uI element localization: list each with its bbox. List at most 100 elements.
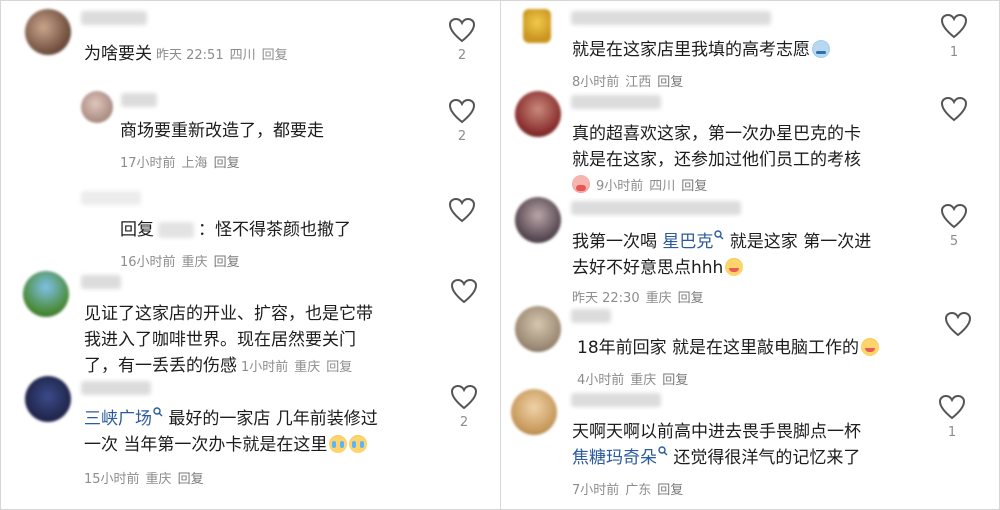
mention-blurred[interactable] xyxy=(158,222,194,238)
comment-line: 还觉得很洋气的记忆来了 xyxy=(668,448,861,468)
timestamp: 4小时前 xyxy=(577,373,625,388)
avatar[interactable] xyxy=(511,389,557,435)
location: 江西 xyxy=(625,75,652,90)
laughing-emoji-icon xyxy=(725,258,744,276)
topic-link[interactable]: 焦糖玛奇朵 xyxy=(572,448,657,468)
username-blurred[interactable] xyxy=(81,381,151,395)
heart-icon[interactable] xyxy=(940,13,968,39)
comment-text: 商场要重新改造了，都要走 xyxy=(120,121,324,141)
timestamp: 15小时前 xyxy=(84,472,140,487)
reply-button[interactable]: 回复 xyxy=(214,255,240,270)
username-blurred[interactable] xyxy=(81,191,141,205)
location: 重庆 xyxy=(645,291,672,306)
reply-button[interactable]: 回复 xyxy=(657,483,683,498)
comment-text: 18年前回家 就是在这里敲电脑工作的 xyxy=(577,335,880,361)
timestamp: 8小时前 xyxy=(572,75,620,90)
heart-icon[interactable] xyxy=(450,278,478,304)
comment-text: 见证了这家店的开业、扩容，也是它带 xyxy=(84,304,373,324)
like-count: 2 xyxy=(459,415,469,430)
avatar[interactable] xyxy=(523,9,551,43)
comment-line: 最好的一家店 几年前装修过 xyxy=(163,409,378,429)
comment-line: 18年前回家 就是在这里敲电脑工作的 xyxy=(577,338,860,358)
location: 四川 xyxy=(649,179,676,194)
comment-text: 三峡广场 最好的一家店 几年前装修过 xyxy=(84,406,378,432)
heart-icon[interactable] xyxy=(944,311,972,337)
comment-text: 为啥要关 昨天 22:51 四川 回复 xyxy=(84,41,294,69)
comment-line: 去好不好意思点hhh xyxy=(572,258,724,278)
comment-line: 了，有一丢丢的伤感 xyxy=(84,356,237,376)
avatar[interactable] xyxy=(23,271,69,317)
username-blurred[interactable] xyxy=(81,275,121,289)
search-icon xyxy=(658,446,668,456)
comment-text: 了，有一丢丢的伤感 1小时前 重庆 回复 xyxy=(84,353,358,381)
reply-prefix: 回复 xyxy=(120,220,154,240)
comment-text: 焦糖玛奇朵 还觉得很洋气的记忆来了 xyxy=(572,445,860,471)
reply-button[interactable]: 回复 xyxy=(662,373,688,388)
reply-button[interactable]: 回复 xyxy=(678,291,704,306)
avatar[interactable] xyxy=(515,197,561,243)
vomit-emoji-icon xyxy=(572,175,590,193)
topic-link[interactable]: 三峡广场 xyxy=(84,409,152,429)
comment-meta: 15小时前 重庆 回复 xyxy=(84,468,210,487)
reply-button[interactable]: 回复 xyxy=(657,75,683,90)
comment-meta: 昨天 22:51 四川 回复 xyxy=(156,48,294,63)
laughing-emoji-icon xyxy=(861,338,880,356)
username-blurred[interactable] xyxy=(571,95,661,109)
avatar[interactable] xyxy=(25,9,71,55)
column-divider xyxy=(500,1,501,509)
reply-button[interactable]: 回复 xyxy=(326,360,352,375)
heart-icon[interactable] xyxy=(940,96,968,122)
comment-meta: 昨天 22:30 重庆 回复 xyxy=(572,287,710,306)
username-blurred[interactable] xyxy=(81,11,147,25)
search-icon xyxy=(714,230,724,240)
heart-icon[interactable] xyxy=(940,203,968,229)
username-blurred[interactable] xyxy=(571,309,611,323)
topic-link[interactable]: 星巴克 xyxy=(662,232,713,252)
like-count: 5 xyxy=(949,234,959,249)
avatar[interactable] xyxy=(25,376,71,422)
reply-button[interactable]: 回复 xyxy=(262,48,288,63)
heart-icon[interactable] xyxy=(938,394,966,420)
search-icon xyxy=(153,407,163,417)
comment-line: 我第一次喝 xyxy=(572,232,663,252)
reply-button[interactable]: 回复 xyxy=(214,156,240,171)
comment-text: 天啊天啊以前高中进去畏手畏脚点一杯 xyxy=(572,422,861,442)
reply-button[interactable]: 回复 xyxy=(681,179,707,194)
comment-meta: 7小时前 广东 回复 xyxy=(572,479,689,498)
comment-text: 我第一次喝 星巴克 就是这家 第一次进 xyxy=(572,229,871,255)
crying-emoji-icon xyxy=(329,435,348,453)
comment-text: 一次 当年第一次办卡就是在这里 xyxy=(84,432,368,458)
comment-meta: 16小时前 重庆 回复 xyxy=(120,251,246,270)
location: 重庆 xyxy=(145,472,172,487)
comment-line: 一次 当年第一次办卡就是在这里 xyxy=(84,435,328,455)
like-count: 2 xyxy=(457,48,467,63)
comment-text: 回复 ：怪不得茶颜也撤了 xyxy=(120,217,351,243)
comment-text: 就是在这家，还参加过他们员工的考核 xyxy=(572,150,861,170)
heart-icon[interactable] xyxy=(448,98,476,124)
location: 上海 xyxy=(181,156,208,171)
username-blurred[interactable] xyxy=(571,11,771,25)
reply-button[interactable]: 回复 xyxy=(178,472,204,487)
timestamp: 1小时前 xyxy=(241,360,289,375)
comment-meta: 8小时前 江西 回复 xyxy=(572,71,689,90)
username-blurred[interactable] xyxy=(571,201,741,215)
avatar[interactable] xyxy=(515,91,561,137)
heart-icon[interactable] xyxy=(448,17,476,43)
comment-text: 去好不好意思点hhh xyxy=(572,255,744,281)
avatar[interactable] xyxy=(515,306,561,352)
comment-meta: 17小时前 上海 回复 xyxy=(120,152,246,171)
comment-meta: 4小时前 重庆 回复 xyxy=(577,369,694,388)
username-blurred[interactable] xyxy=(571,393,661,407)
location: 广东 xyxy=(625,483,652,498)
username-blurred[interactable] xyxy=(121,93,157,107)
tired-emoji-icon xyxy=(812,40,830,58)
comment-line: 为啥要关 xyxy=(84,44,152,64)
comment-text: 我进入了咖啡世界。现在居然要关门 xyxy=(84,330,356,350)
heart-icon[interactable] xyxy=(450,384,478,410)
like-count: 1 xyxy=(947,425,957,440)
like-count: 2 xyxy=(457,129,467,144)
location: 重庆 xyxy=(181,255,208,270)
heart-icon[interactable] xyxy=(448,197,476,223)
avatar[interactable] xyxy=(81,91,113,123)
location: 重庆 xyxy=(630,373,657,388)
